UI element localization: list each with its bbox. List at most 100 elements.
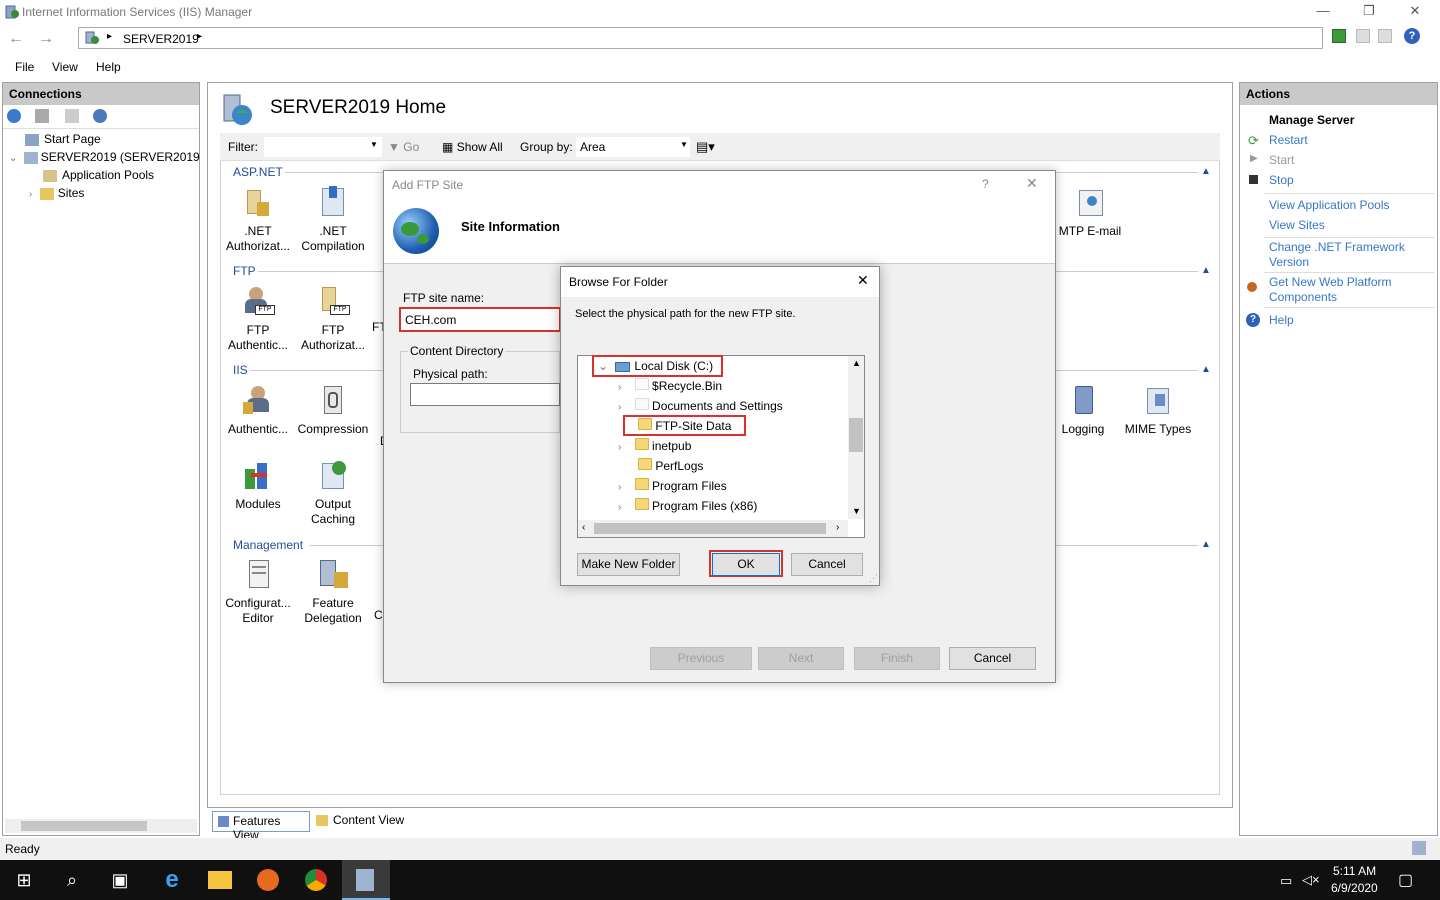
chrome-button[interactable] (292, 860, 340, 900)
refresh-icon[interactable] (1332, 29, 1346, 43)
breadcrumb-chevron-icon[interactable]: ▸ (197, 31, 202, 42)
edge-button[interactable]: e (148, 860, 196, 900)
scrollbar-thumb[interactable] (849, 418, 863, 452)
chevron-down-icon[interactable]: ⌄ (598, 359, 608, 373)
feature-authentication[interactable]: Authentic... (220, 384, 296, 437)
action-help[interactable]: Help (1269, 313, 1294, 328)
search-button[interactable]: ⌕ (48, 860, 96, 900)
feature-partial-c[interactable]: C (374, 608, 383, 622)
group-ftp[interactable]: FTP (233, 264, 256, 278)
home-icon[interactable] (1378, 29, 1392, 43)
feature-configuration-editor[interactable]: Configurat... Editor (220, 558, 296, 626)
action-restart[interactable]: Restart (1269, 133, 1308, 148)
scroll-down-icon[interactable]: ▼ (852, 506, 861, 516)
folder-tree[interactable]: ⌄ Local Disk (C:) › $Recycle.Bin › Docum… (577, 355, 865, 538)
tree-folder-recycle[interactable]: › $Recycle.Bin (618, 376, 722, 396)
address-bar[interactable]: ▸ SERVER2019 ▸ (78, 27, 1323, 49)
action-change-net-version[interactable]: Change .NET Framework Version (1269, 240, 1429, 270)
action-start[interactable]: Start (1269, 153, 1294, 168)
tree-start-page[interactable]: Start Page (25, 130, 101, 148)
scroll-right-icon[interactable]: › (836, 522, 839, 533)
feature-ftp-authorization[interactable]: FTP FTP Authorizat... (295, 285, 371, 353)
group-by-select[interactable]: Area ▼ (576, 137, 690, 157)
show-all-button[interactable]: ▦ Show All (442, 140, 503, 154)
clock-date[interactable]: 6/9/2020 (1331, 881, 1378, 895)
ok-button[interactable]: OK (712, 553, 780, 576)
tree-app-pools[interactable]: Application Pools (43, 166, 154, 184)
chevron-down-icon[interactable]: ⌄ (9, 153, 17, 164)
tree-server[interactable]: ⌄ SERVER2019 (SERVER2019\Adi (9, 148, 199, 166)
menu-file[interactable]: File (15, 60, 34, 74)
connect-icon[interactable] (7, 109, 21, 123)
notification-icon[interactable]: ▢ (1398, 870, 1413, 890)
feature-smtp-email[interactable]: MTP E-mail (1050, 186, 1130, 239)
dialog-help-button[interactable]: ? (982, 177, 989, 191)
chevron-right-icon[interactable]: › (618, 482, 621, 493)
collapse-icon[interactable]: ▲ (1201, 539, 1211, 550)
browse-cancel-button[interactable]: Cancel (791, 553, 863, 576)
network-icon[interactable]: ▭ (1280, 873, 1292, 889)
start-button[interactable]: ⊞ (0, 860, 48, 900)
tree-folder-inetpub[interactable]: › inetpub (618, 436, 691, 456)
tree-local-disk[interactable]: ⌄ Local Disk (C:) (598, 356, 713, 376)
next-button[interactable]: Next (758, 647, 844, 670)
up-icon[interactable] (65, 109, 79, 123)
stop-icon[interactable] (1356, 29, 1370, 43)
finish-button[interactable]: Finish (854, 647, 940, 670)
h-scrollbar-thumb[interactable] (594, 523, 826, 534)
iis-taskbar-button[interactable] (342, 860, 390, 900)
menu-view[interactable]: View (52, 60, 78, 74)
disconnect-icon[interactable] (93, 109, 107, 123)
tab-content-view[interactable]: Content View (313, 811, 413, 832)
tree-folder-perflogs[interactable]: PerfLogs (618, 456, 703, 476)
clock-time[interactable]: 5:11 AM (1333, 864, 1376, 878)
firefox-button[interactable] (244, 860, 292, 900)
action-view-sites[interactable]: View Sites (1269, 218, 1325, 233)
cancel-button[interactable]: Cancel (949, 647, 1036, 670)
chevron-right-icon[interactable]: › (29, 189, 32, 200)
feature-ftp-authentication[interactable]: FTP FTP Authentic... (220, 285, 296, 353)
back-button[interactable]: ← (6, 29, 26, 49)
dialog-close-button[interactable]: ✕ (1026, 175, 1038, 192)
save-icon[interactable] (35, 109, 49, 123)
feature-logging[interactable]: Logging (1045, 384, 1121, 437)
minimize-button[interactable]: — (1300, 0, 1346, 22)
menu-help[interactable]: Help (96, 60, 121, 74)
close-button[interactable]: ✕ (1392, 0, 1438, 22)
volume-icon[interactable]: ◁× (1302, 872, 1320, 888)
feature-delegation[interactable]: Feature Delegation (295, 558, 371, 626)
feature-mime-types[interactable]: MIME Types (1120, 384, 1196, 437)
task-view-button[interactable]: ▣ (96, 860, 144, 900)
filter-input[interactable] (264, 137, 382, 157)
action-stop[interactable]: Stop (1269, 173, 1294, 188)
resize-grip-icon[interactable]: ⋰ (869, 573, 878, 584)
collapse-icon[interactable]: ▲ (1201, 265, 1211, 276)
previous-button[interactable]: Previous (650, 647, 752, 670)
collapse-icon[interactable]: ▲ (1201, 364, 1211, 375)
physical-path-input[interactable] (410, 383, 560, 406)
restore-button[interactable]: ❐ (1346, 0, 1392, 22)
tree-sites[interactable]: › Sites (29, 184, 84, 202)
file-explorer-button[interactable] (196, 860, 244, 900)
scroll-up-icon[interactable]: ▲ (852, 358, 861, 368)
feature-net-authorization[interactable]: .NET Authorizat... (220, 186, 296, 254)
tree-horizontal-scrollbar[interactable]: ‹ › (578, 520, 848, 537)
connections-scrollbar[interactable] (5, 819, 197, 833)
chevron-right-icon[interactable]: › (618, 402, 621, 413)
action-view-app-pools[interactable]: View Application Pools (1269, 198, 1390, 213)
scrollbar-thumb[interactable] (21, 821, 147, 831)
chevron-right-icon[interactable]: › (618, 502, 621, 513)
browse-close-button[interactable]: ✕ (857, 272, 869, 289)
tree-folder-ftp-site-data[interactable]: FTP-Site Data (618, 416, 731, 436)
action-get-web-platform[interactable]: Get New Web Platform Components (1269, 275, 1419, 305)
view-mode-icon[interactable]: ▤▾ (696, 139, 715, 155)
group-iis[interactable]: IIS (233, 363, 248, 377)
tree-folder-program-files-x86[interactable]: › Program Files (x86) (618, 496, 757, 516)
filter-dropdown-icon[interactable]: ▼ (370, 140, 378, 149)
chevron-right-icon[interactable]: › (618, 382, 621, 393)
go-button[interactable]: ▼ Go (388, 140, 419, 154)
tree-folder-program-files[interactable]: › Program Files (618, 476, 727, 496)
collapse-icon[interactable]: ▲ (1201, 166, 1211, 177)
forward-button[interactable]: → (36, 29, 56, 49)
tree-vertical-scrollbar[interactable]: ▲ ▼ (848, 356, 864, 519)
